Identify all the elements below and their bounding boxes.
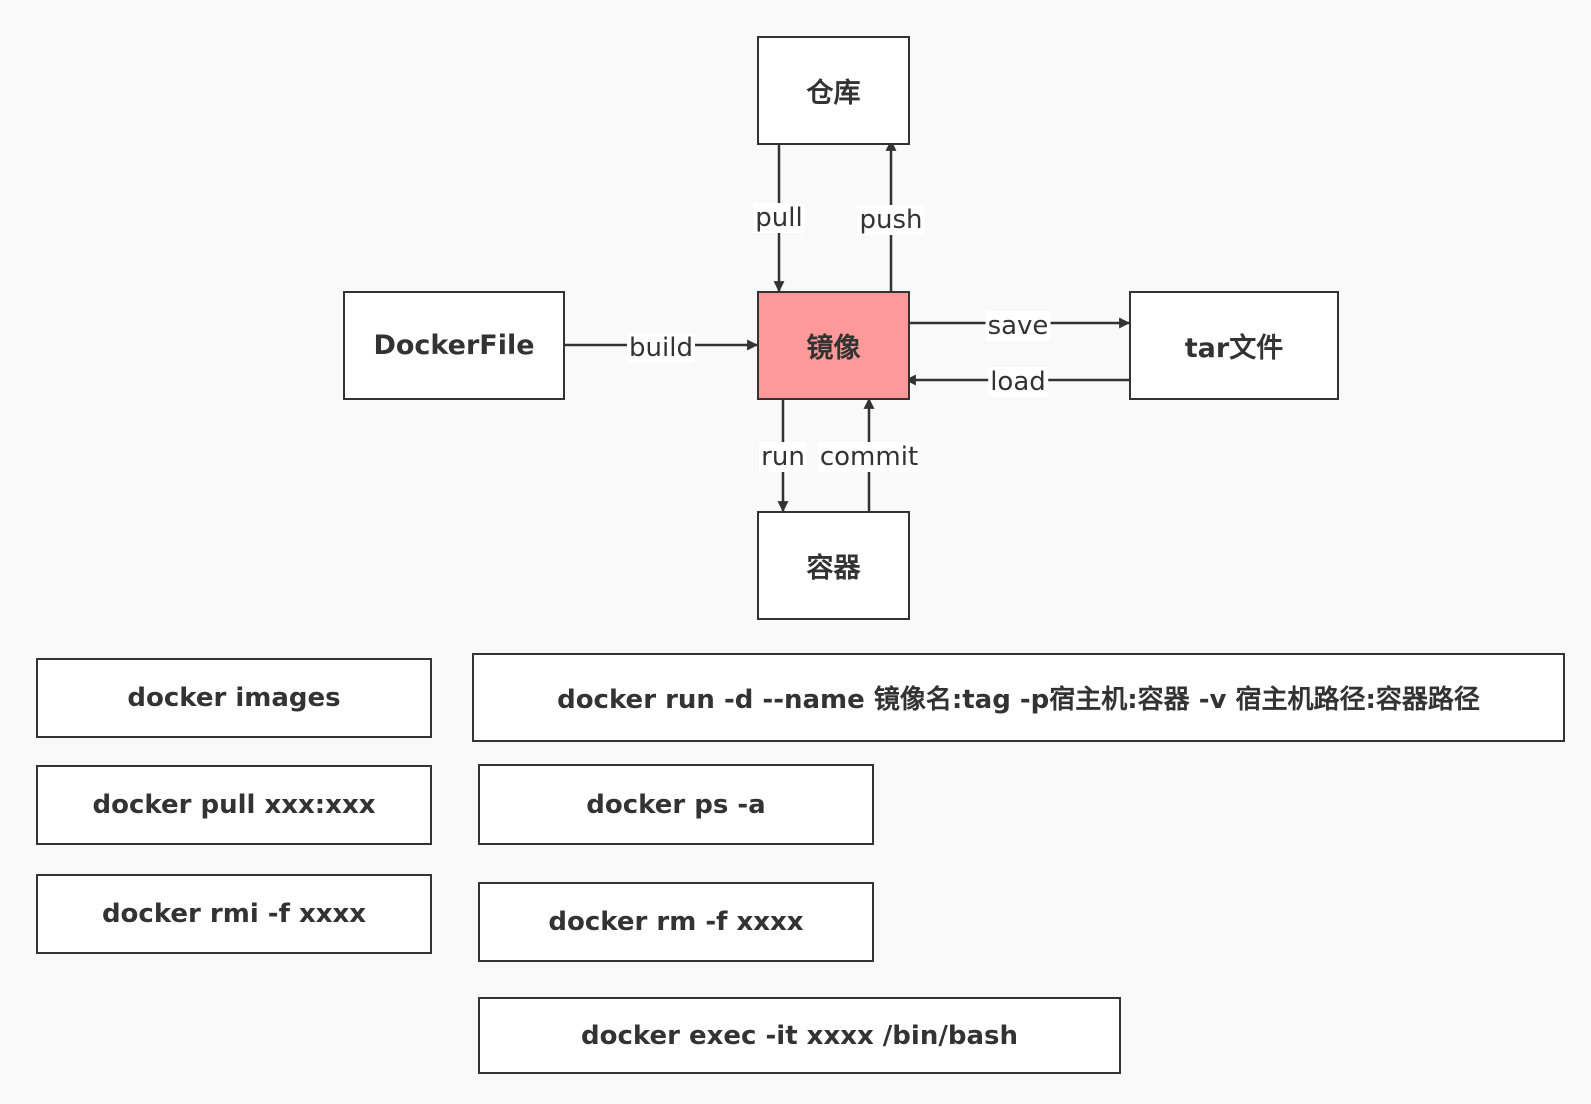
save-label: save — [985, 311, 1051, 341]
docker-workflow-diagram: 仓库 镜像 DockerFile tar文件 容器 pull push buil… — [0, 0, 1591, 1104]
docker-images-command: docker images — [36, 658, 432, 738]
docker-exec-command: docker exec -it xxxx /bin/bash — [478, 997, 1121, 1074]
dockerfile-node: DockerFile — [343, 291, 565, 400]
load-label: load — [988, 367, 1048, 397]
repository-node: 仓库 — [757, 36, 910, 145]
image-node: 镜像 — [757, 291, 910, 400]
commit-label: commit — [817, 442, 921, 472]
docker-pull-command: docker pull xxx:xxx — [36, 765, 432, 845]
docker-rm-command: docker rm -f xxxx — [478, 882, 874, 962]
push-label: push — [857, 205, 925, 235]
container-node: 容器 — [757, 511, 910, 620]
docker-rmi-command: docker rmi -f xxxx — [36, 874, 432, 954]
build-label: build — [627, 333, 695, 363]
docker-run-command: docker run -d --name 镜像名:tag -p宿主机:容器 -v… — [472, 653, 1565, 742]
tar-file-node: tar文件 — [1129, 291, 1339, 400]
run-label: run — [759, 442, 807, 472]
docker-ps-command: docker ps -a — [478, 764, 874, 845]
pull-label: pull — [753, 203, 805, 233]
